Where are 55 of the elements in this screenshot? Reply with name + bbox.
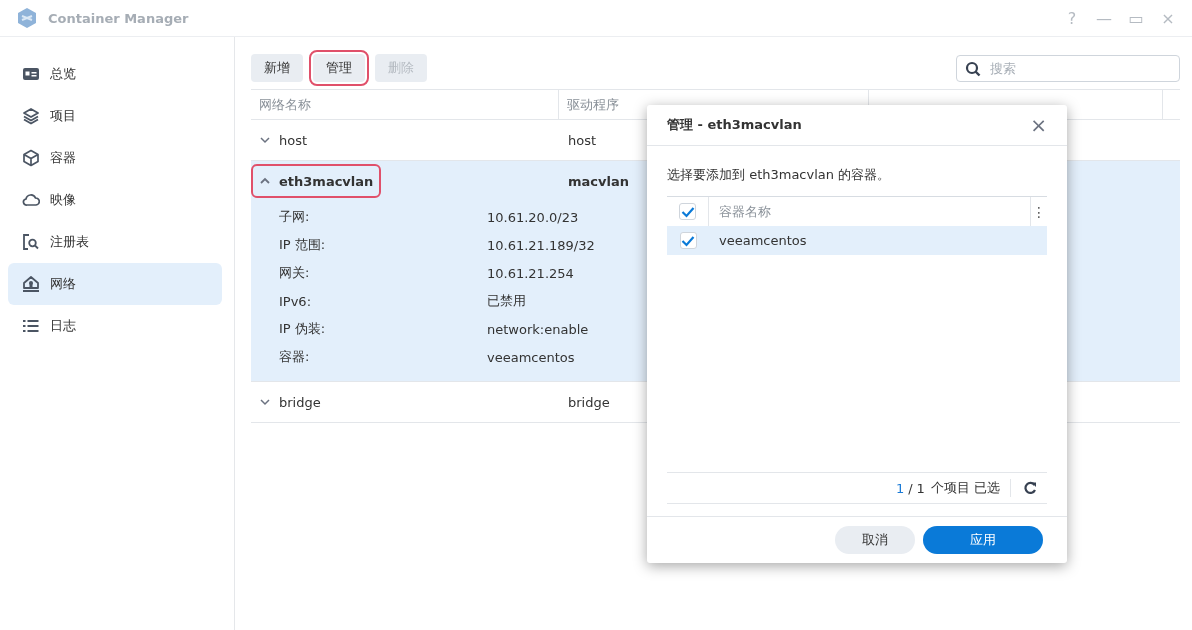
- checkbox[interactable]: [679, 232, 697, 249]
- cancel-button[interactable]: 取消: [835, 526, 915, 554]
- column-menu-button[interactable]: ⋮: [1031, 203, 1047, 220]
- apply-button[interactable]: 应用: [923, 526, 1043, 554]
- detail-value: network:enable: [487, 321, 589, 337]
- sidebar-item[interactable]: 日志: [8, 305, 222, 347]
- search-document-icon: [22, 233, 40, 251]
- sidebar-item[interactable]: 项目: [8, 95, 222, 137]
- detail-label: 网关:: [279, 264, 311, 282]
- detail-value: veeamcentos: [487, 349, 575, 365]
- search-field[interactable]: 搜索: [956, 54, 1180, 82]
- checkmark-icon: [680, 205, 695, 218]
- chevron-down-icon: [259, 134, 271, 146]
- detail-label: 容器:: [279, 348, 311, 366]
- id-card-icon: [22, 65, 40, 83]
- list-icon: [22, 317, 40, 335]
- sidebar-item[interactable]: 网络: [8, 263, 222, 305]
- count-separator: /: [908, 480, 913, 496]
- network-name[interactable]: bridge: [253, 387, 553, 417]
- dialog-message: 选择要添加到 eth3macvlan 的容器。: [667, 166, 892, 184]
- detail-value: 10.61.21.189/32: [487, 237, 595, 253]
- detail-label: 子网:: [279, 208, 311, 226]
- detail-label: IP 伪装:: [279, 320, 327, 338]
- sidebar-item[interactable]: 总览: [8, 53, 222, 95]
- house-icon: [22, 275, 40, 293]
- toolbar-button[interactable]: 新增: [251, 54, 303, 82]
- refresh-icon: [1023, 481, 1037, 495]
- detail-label: IP 范围:: [279, 236, 327, 254]
- checkmark-icon: [681, 234, 695, 247]
- window-title: Container Manager: [48, 10, 189, 26]
- cloud-icon: [22, 191, 40, 209]
- search-icon: [965, 60, 981, 77]
- detail-value: 10.61.20.0/23: [487, 209, 579, 225]
- selected-count: 1: [895, 480, 905, 496]
- driver-name: macvlan: [568, 173, 629, 189]
- close-button[interactable]: ×: [1030, 113, 1047, 137]
- detail-value: 10.61.21.254: [487, 265, 574, 281]
- layers-icon: [22, 107, 40, 125]
- list-row[interactable]: veeamcentos: [667, 226, 1047, 255]
- sidebar-item[interactable]: 容器: [8, 137, 222, 179]
- checkbox[interactable]: [679, 203, 696, 220]
- dialog-title: 管理 - eth3macvlan: [667, 116, 802, 134]
- network-name[interactable]: host: [253, 125, 553, 155]
- cube-icon: [22, 149, 40, 167]
- sidebar-item[interactable]: 注册表: [8, 221, 222, 263]
- driver-name: host: [568, 132, 597, 148]
- driver-name: bridge: [568, 394, 610, 410]
- network-name[interactable]: eth3macvlan: [253, 166, 380, 196]
- sidebar-item[interactable]: 映像: [8, 179, 222, 221]
- detail-label: IPv6:: [279, 293, 313, 309]
- detail-value: 已禁用: [487, 292, 526, 310]
- count-label: 个项目 已选: [930, 479, 1011, 497]
- total-count: 1: [916, 480, 925, 496]
- app-logo-icon: [16, 7, 38, 29]
- chevron-down-icon: [259, 396, 271, 408]
